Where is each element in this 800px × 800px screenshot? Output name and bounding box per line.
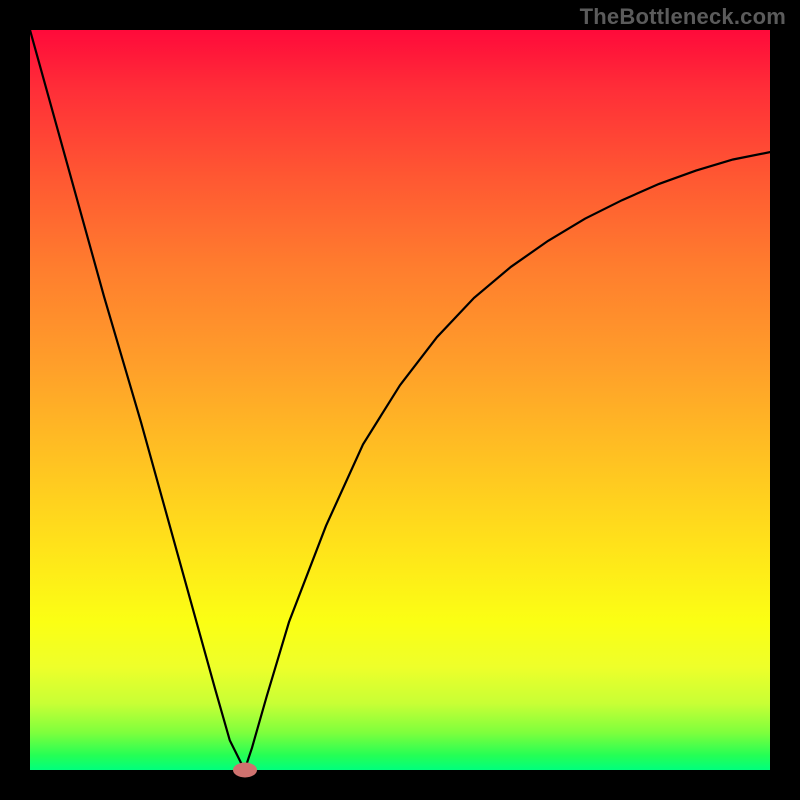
watermark-text: TheBottleneck.com bbox=[580, 4, 786, 30]
bottleneck-curve bbox=[30, 30, 770, 770]
plot-area bbox=[30, 30, 770, 770]
curve-svg bbox=[30, 30, 770, 770]
chart-container: TheBottleneck.com bbox=[0, 0, 800, 800]
bottleneck-marker bbox=[233, 763, 257, 778]
